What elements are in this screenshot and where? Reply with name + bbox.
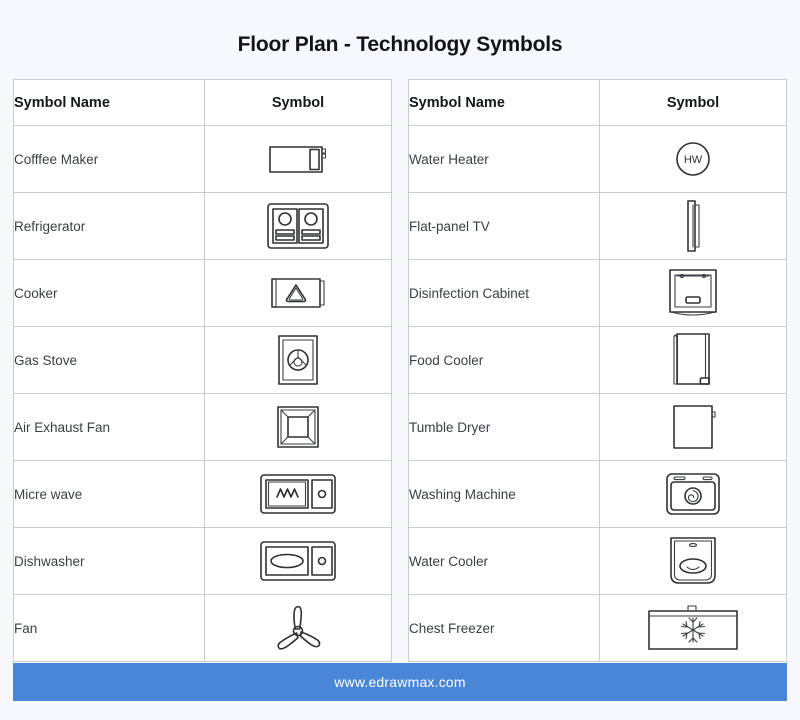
table-row: Chest Freezer: [408, 594, 787, 662]
symbol-name-cell: Chest Freezer: [408, 594, 600, 662]
table-row: Flat-panel TV: [408, 192, 787, 260]
left-header-symbol-name: Symbol Name: [13, 79, 205, 126]
left-table-body: Cofffee Maker Refrigerator Cooker Gas St…: [13, 125, 392, 662]
symbol-cell: [204, 326, 392, 394]
symbol-cell: [204, 527, 392, 595]
table-row: Dishwasher: [13, 527, 392, 595]
page-title: Floor Plan - Technology Symbols: [237, 33, 563, 56]
right-symbol-table: Symbol Name Symbol Water Heater HW Flat-…: [408, 79, 787, 662]
left-header-symbol: Symbol: [204, 79, 392, 126]
symbol-cell: [599, 460, 787, 528]
water-heater-label: HW: [684, 154, 703, 166]
symbol-name-cell: Cofffee Maker: [13, 125, 205, 193]
right-header-symbol: Symbol: [599, 79, 787, 126]
symbol-name-cell: Air Exhaust Fan: [13, 393, 205, 461]
symbol-cell: [599, 527, 787, 595]
coffee-maker-icon: [205, 138, 391, 180]
table-row: Water Heater HW: [408, 125, 787, 193]
cooker-icon: [205, 272, 391, 314]
symbol-name-cell: Cooker: [13, 259, 205, 327]
dishwasher-icon: [205, 538, 391, 584]
chest-freezer-icon: [600, 603, 786, 653]
symbol-name-cell: Water Cooler: [408, 527, 600, 595]
symbol-cell: [599, 594, 787, 662]
tumble-dryer-icon: [600, 402, 786, 452]
gas-stove-icon: [205, 332, 391, 388]
table-row: Micre wave: [13, 460, 392, 528]
table-row: Water Cooler: [408, 527, 787, 595]
symbol-name-cell: Disinfection Cabinet: [408, 259, 600, 327]
table-row: Cooker: [13, 259, 392, 327]
left-symbol-table: Symbol Name Symbol Cofffee Maker Refrige…: [13, 79, 392, 662]
disinfection-cabinet-icon: [600, 267, 786, 319]
air-exhaust-fan-icon: [205, 403, 391, 451]
symbol-cell: [599, 393, 787, 461]
table-row: Disinfection Cabinet: [408, 259, 787, 327]
symbol-name-cell: Food Cooler: [408, 326, 600, 394]
refrigerator-icon: [205, 200, 391, 252]
left-table-head: Symbol Name Symbol: [13, 79, 392, 126]
symbol-cell: [599, 192, 787, 260]
symbol-name-cell: Water Heater: [408, 125, 600, 193]
washing-machine-icon: [600, 470, 786, 518]
symbol-cell: [599, 259, 787, 327]
table-header-row: Symbol Name Symbol: [13, 79, 392, 126]
symbol-cell: [204, 259, 392, 327]
footer-bar[interactable]: www.edrawmax.com: [13, 663, 787, 701]
microwave-icon: [205, 471, 391, 517]
table-header-row: Symbol Name Symbol: [408, 79, 787, 126]
symbol-name-cell: Flat-panel TV: [408, 192, 600, 260]
symbol-cell: [204, 460, 392, 528]
table-row: Refrigerator: [13, 192, 392, 260]
symbol-name-cell: Micre wave: [13, 460, 205, 528]
table-row: Air Exhaust Fan: [13, 393, 392, 461]
right-table-head: Symbol Name Symbol: [408, 79, 787, 126]
symbol-name-cell: Refrigerator: [13, 192, 205, 260]
symbol-name-cell: Fan: [13, 594, 205, 662]
symbol-name-cell: Dishwasher: [13, 527, 205, 595]
water-cooler-icon: [600, 535, 786, 587]
footer-url[interactable]: www.edrawmax.com: [334, 674, 466, 690]
symbol-name-cell: Gas Stove: [13, 326, 205, 394]
symbol-name-cell: Tumble Dryer: [408, 393, 600, 461]
symbol-cell: HW: [599, 125, 787, 193]
table-row: Cofffee Maker: [13, 125, 392, 193]
water-heater-icon: HW: [600, 137, 786, 181]
right-header-symbol-name: Symbol Name: [408, 79, 600, 126]
table-row: Washing Machine: [408, 460, 787, 528]
symbol-cell: [204, 393, 392, 461]
symbol-name-cell: Washing Machine: [408, 460, 600, 528]
right-table-body: Water Heater HW Flat-panel TV Disinfecti…: [408, 125, 787, 662]
flat-panel-tv-icon: [600, 199, 786, 253]
table-row: Food Cooler: [408, 326, 787, 394]
food-cooler-icon: [600, 331, 786, 389]
symbol-tables-container: Symbol Name Symbol Cofffee Maker Refrige…: [0, 57, 800, 662]
symbol-cell: [204, 192, 392, 260]
fan-icon: [205, 602, 391, 654]
table-row: Fan: [13, 594, 392, 662]
floor-plan-symbols-page: Floor Plan - Technology Symbols Symbol N…: [0, 0, 800, 720]
table-row: Gas Stove: [13, 326, 392, 394]
symbol-cell: [599, 326, 787, 394]
symbol-cell: [204, 125, 392, 193]
table-row: Tumble Dryer: [408, 393, 787, 461]
symbol-cell: [204, 594, 392, 662]
